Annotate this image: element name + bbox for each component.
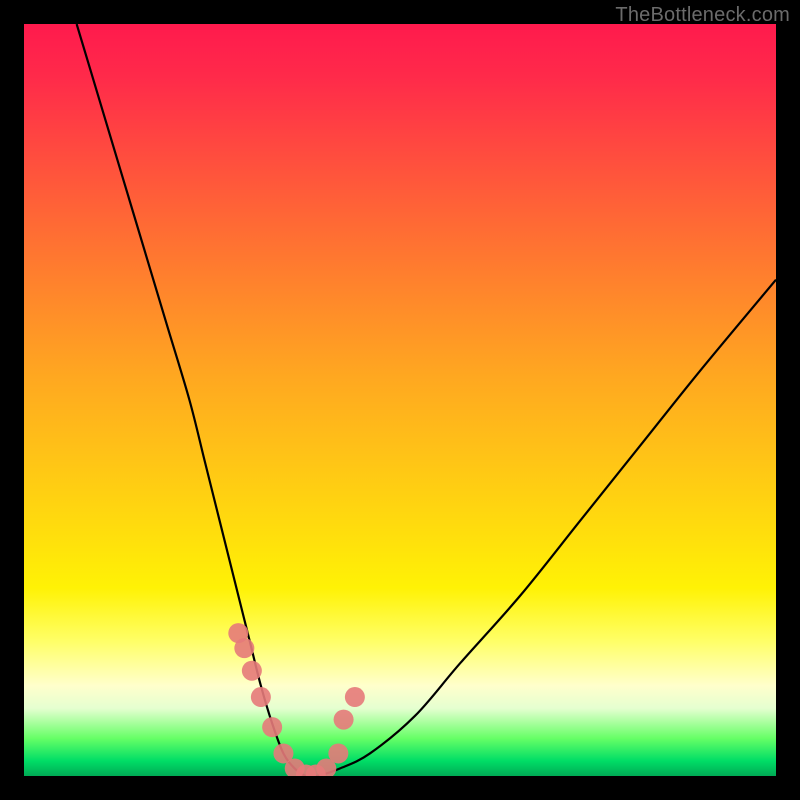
- bottleneck-curve: [77, 24, 776, 776]
- curve-marker: [251, 687, 271, 707]
- curve-marker: [242, 661, 262, 681]
- curve-layer: [24, 24, 776, 776]
- curve-marker: [334, 710, 354, 730]
- watermark-text: TheBottleneck.com: [615, 4, 790, 27]
- curve-marker: [345, 687, 365, 707]
- curve-marker: [328, 743, 348, 763]
- curve-marker: [234, 638, 254, 658]
- plot-area: [24, 24, 776, 776]
- chart-frame: TheBottleneck.com: [0, 0, 800, 800]
- marker-group: [228, 623, 365, 776]
- curve-marker: [262, 717, 282, 737]
